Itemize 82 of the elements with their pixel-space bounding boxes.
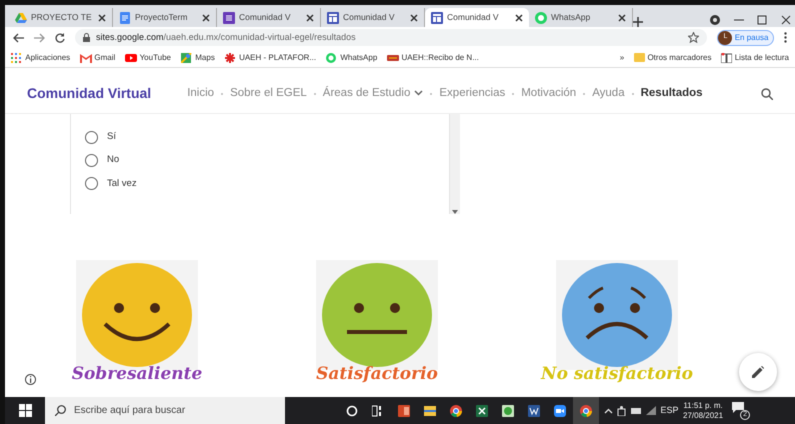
circle-icon[interactable] [346,404,358,416]
close-icon[interactable] [98,14,106,22]
edit-button[interactable] [739,353,777,391]
folder-icon [634,53,646,62]
nav-link[interactable]: Sobre el EGEL [230,84,307,102]
site-icon [327,12,339,24]
bookmark-link[interactable]: Aplicaciones [11,52,70,64]
windows-logo-icon [18,404,32,417]
presentation-app-icon[interactable] [398,404,410,416]
url-text: sites.google.com/uaeh.edu.mx/comunidad-virtual-egel/resultados [96,30,356,44]
address-bar[interactable]: sites.google.com/uaeh.edu.mx/comunidad-virtual-egel/resultados [75,29,708,46]
star-icon[interactable] [688,32,700,43]
drive-icon [15,12,27,24]
mail-icon [80,52,92,62]
bookmark-link[interactable]: UAEH - PLATAFOR... [224,52,316,64]
radio-option[interactable]: No [85,153,435,168]
clock[interactable]: 11:51 p. m. 27/08/2021 [683,401,724,420]
close-icon[interactable] [410,14,418,22]
bookmark-folder[interactable]: Otros marcadores [634,52,712,64]
task-view-icon[interactable] [372,404,384,416]
browser-tab[interactable]: Comunidad V [425,8,529,27]
star-burst-icon [224,52,237,62]
close-icon[interactable] [306,14,314,22]
lock-icon [83,33,90,42]
logo-icon [387,52,400,62]
bookmark-link[interactable]: WhatsApp [326,52,378,64]
nav-link[interactable]: Ayuda [592,84,625,102]
spreadsheet-app-icon[interactable] [476,404,488,416]
browser-icon[interactable] [580,404,592,416]
book-icon [721,52,732,62]
reading-list-button[interactable]: Lista de lectura [721,52,789,64]
reload-icon[interactable] [55,32,65,42]
bookmark-link[interactable]: Gmail [80,52,116,64]
battery-icon[interactable] [630,408,642,414]
forward-arrow-icon[interactable] [34,32,45,42]
rating-label: Satisfactorio [316,362,438,386]
search-icon[interactable] [761,88,773,100]
record-icon[interactable] [710,14,720,25]
document-icon [119,12,131,24]
taskbar-search-field[interactable]: Escribe aquí para buscar [45,397,285,424]
rating-label: Sobresaliente [72,362,202,386]
form-icon [223,12,235,24]
message-icon [732,402,744,414]
pencil-icon [752,366,764,378]
browser-icon[interactable] [450,404,462,416]
nav-link[interactable]: Inicio [187,84,214,102]
nav-link[interactable]: Experiencias [439,84,506,102]
apps-grid-icon [11,52,23,62]
nav-link[interactable]: Áreas de Estudio [322,84,424,102]
bookmark-link[interactable]: YouTube [125,52,171,64]
site-title[interactable]: Comunidad Virtual [27,83,152,104]
video-play-icon [125,52,138,62]
plus-icon[interactable] [633,17,643,27]
close-icon[interactable] [202,14,210,22]
nav-link[interactable]: Resultados [640,84,703,102]
close-icon[interactable] [618,14,626,22]
wifi-icon[interactable] [646,406,656,415]
close-icon[interactable] [515,14,523,22]
folder-icon[interactable] [424,404,436,416]
chat-icon [326,52,338,62]
back-arrow-icon[interactable] [13,32,24,42]
info-icon[interactable] [25,374,36,385]
bookmark-link[interactable]: UAEH::Recibo de N... [387,52,479,64]
rating-label: No satisfactorio [541,362,693,386]
chat-icon [535,12,547,24]
document-app-icon[interactable] [528,404,540,416]
search-icon [55,405,66,416]
radio-option[interactable]: Sí [85,130,435,144]
language-indicator[interactable]: ESP [660,404,679,418]
scrollbar[interactable] [450,114,460,214]
maximize-icon[interactable] [757,14,767,25]
more-vertical-icon[interactable] [784,32,787,43]
bookmark-link[interactable]: Maps [181,52,215,64]
caret-down-icon[interactable] [452,210,458,214]
more-bookmarks-button[interactable]: » [620,52,624,64]
nav-link[interactable]: Motivación [521,84,576,102]
radio-option[interactable]: Tal vez [85,176,435,191]
chevron-up-icon[interactable] [604,408,612,414]
map-icon [181,52,193,62]
site-icon [431,12,443,24]
video-camera-icon[interactable] [554,404,566,416]
close-icon[interactable] [780,14,790,25]
